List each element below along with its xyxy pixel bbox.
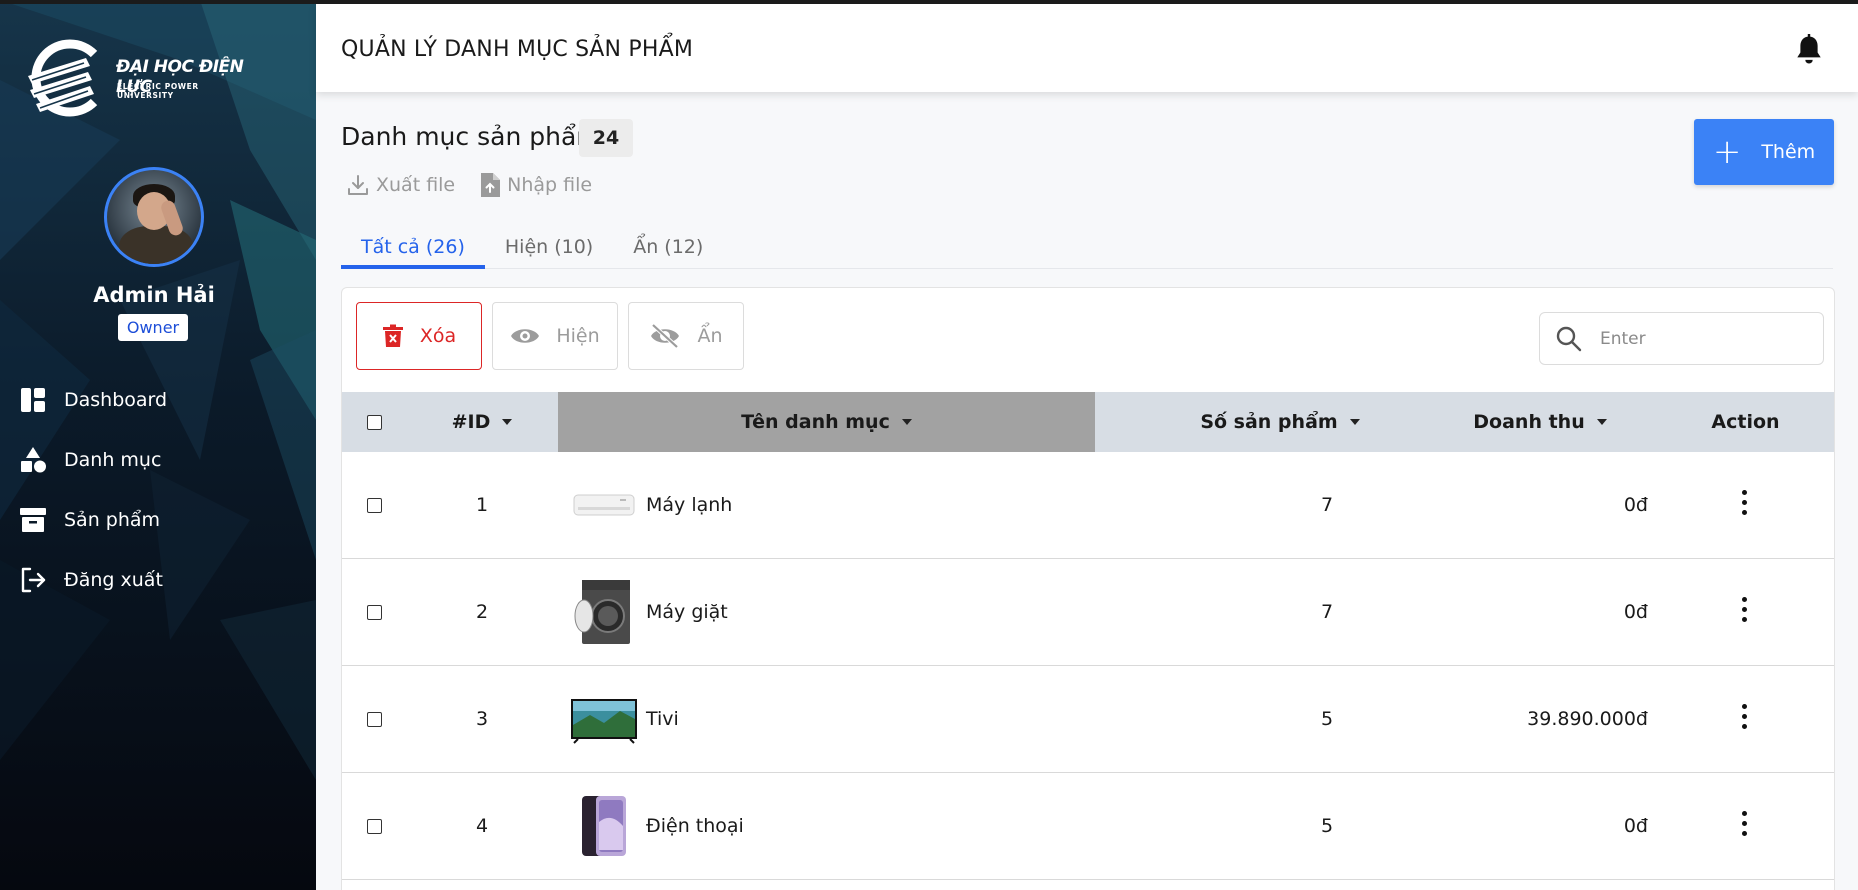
- tab-hidden[interactable]: Ẩn (12): [613, 227, 723, 269]
- add-button-label: Thêm: [1761, 141, 1816, 163]
- hide-button[interactable]: Ẩn: [628, 302, 744, 370]
- washing-machine-thumbnail: [574, 580, 630, 644]
- top-header: QUẢN LÝ DANH MỤC SẢN PHẨM: [316, 4, 1858, 92]
- revenue: 0đ: [1623, 494, 1648, 516]
- column-header-revenue[interactable]: Doanh thu: [1425, 392, 1655, 452]
- import-file-button[interactable]: Nhập file: [479, 172, 592, 198]
- column-header-name[interactable]: Tên danh mục: [558, 392, 1095, 452]
- university-logo[interactable]: ĐẠI HỌC ĐIỆN LỰC ELECTRIC POWER UNIVERSI…: [24, 34, 254, 124]
- row-checkbox[interactable]: [366, 711, 382, 727]
- plus-icon: +: [1712, 132, 1742, 172]
- top-border: [0, 0, 1858, 4]
- eye-icon: [511, 329, 540, 343]
- download-icon: [348, 175, 368, 195]
- sort-caret-icon: [1349, 419, 1360, 425]
- search-icon: [1556, 326, 1582, 351]
- import-file-label: Nhập file: [507, 174, 593, 196]
- select-all-cell: [342, 392, 406, 452]
- table-row[interactable]: 2 Máy giặt 7 0đ: [342, 559, 1834, 666]
- delete-label: Xóa: [419, 325, 457, 347]
- avatar[interactable]: [104, 167, 204, 267]
- show-button[interactable]: Hiện: [492, 302, 618, 370]
- row-id: 2: [475, 601, 489, 623]
- tab-visible[interactable]: Hiện (10): [485, 227, 613, 269]
- select-all-checkbox[interactable]: [366, 414, 382, 430]
- table-row[interactable]: 3 Tivi 5 39.890.000đ: [342, 666, 1834, 773]
- section-title: Danh mục sản phẩm: [341, 122, 601, 151]
- category-table-panel: Xóa Hiện Ẩn #ID Tên danh mục: [341, 287, 1835, 890]
- table-header: #ID Tên danh mục Số sản phẩm Doanh thu A…: [342, 392, 1834, 452]
- column-header-action: Action: [1711, 411, 1780, 433]
- row-checkbox[interactable]: [366, 604, 382, 620]
- revenue: 39.890.000đ: [1527, 708, 1648, 730]
- export-file-button[interactable]: Xuất file: [346, 172, 455, 198]
- shapes-icon: [18, 445, 48, 475]
- archive-box-icon: [18, 505, 48, 535]
- logo-subtitle: ELECTRIC POWER UNIVERSITY: [117, 82, 199, 100]
- table-row[interactable]: 4 Điện thoại 5 0đ: [342, 773, 1834, 880]
- category-name: Máy giặt: [646, 601, 728, 623]
- sort-caret-icon: [1596, 419, 1607, 425]
- bell-icon[interactable]: [1794, 34, 1824, 66]
- logo-mark-icon: [28, 39, 98, 117]
- column-header-products[interactable]: Số sản phẩm: [1095, 392, 1425, 452]
- eye-slash-icon: [651, 323, 680, 349]
- show-label: Hiện: [556, 325, 600, 347]
- role-badge: Owner: [118, 314, 188, 341]
- search-input[interactable]: [1600, 328, 1800, 349]
- count-badge: 24: [579, 119, 633, 157]
- revenue: 0đ: [1623, 815, 1648, 837]
- table-row[interactable]: 1 Máy lạnh 7 0đ: [342, 452, 1834, 559]
- more-vertical-icon[interactable]: [1735, 807, 1755, 847]
- more-vertical-icon[interactable]: [1735, 593, 1755, 633]
- category-name: Tivi: [646, 708, 679, 730]
- sidebar-item-products[interactable]: Sản phẩm: [18, 490, 298, 550]
- row-id: 1: [475, 494, 489, 516]
- row-checkbox[interactable]: [366, 818, 382, 834]
- sidebar-item-label: Đăng xuất: [64, 569, 163, 591]
- trash-icon: [382, 324, 403, 347]
- smartphone-thumbnail: [582, 796, 626, 856]
- add-category-button[interactable]: + Thêm: [1694, 119, 1834, 185]
- page-title: QUẢN LÝ DANH MỤC SẢN PHẨM: [341, 37, 694, 62]
- logout-icon: [18, 565, 48, 595]
- sort-caret-icon: [502, 419, 513, 425]
- television-thumbnail: [571, 699, 637, 744]
- sidebar-item-logout[interactable]: Đăng xuất: [18, 550, 298, 610]
- sidebar-item-categories[interactable]: Danh mục: [18, 430, 298, 490]
- row-id: 4: [475, 815, 489, 837]
- user-name: Admin Hải: [93, 283, 215, 307]
- category-name: Máy lạnh: [646, 494, 733, 516]
- more-vertical-icon[interactable]: [1735, 486, 1755, 526]
- sidebar-nav: Dashboard Danh mục Sản phẩm Đăng xuất: [18, 370, 298, 610]
- bulk-toolbar: Xóa Hiện Ẩn: [356, 302, 744, 370]
- export-file-label: Xuất file: [376, 174, 456, 196]
- file-upload-icon: [481, 173, 501, 197]
- hide-label: Ẩn: [697, 325, 723, 347]
- sidebar-item-dashboard[interactable]: Dashboard: [18, 370, 298, 430]
- sort-caret-icon: [901, 419, 912, 425]
- air-conditioner-thumbnail: [573, 494, 635, 516]
- filter-tabs: Tất cả (26) Hiện (10) Ẩn (12): [341, 227, 1833, 269]
- more-vertical-icon[interactable]: [1735, 700, 1755, 740]
- dashboard-icon: [18, 385, 48, 415]
- sidebar-item-label: Danh mục: [64, 449, 162, 471]
- row-id: 3: [475, 708, 489, 730]
- file-actions: Xuất file Nhập file: [346, 172, 592, 198]
- column-header-id[interactable]: #ID: [406, 392, 558, 452]
- sidebar-item-label: Sản phẩm: [64, 509, 161, 531]
- row-checkbox[interactable]: [366, 497, 382, 513]
- revenue: 0đ: [1623, 601, 1648, 623]
- main-content: Danh mục sản phẩm 24 Xuất file Nhập file…: [316, 92, 1858, 890]
- delete-button[interactable]: Xóa: [356, 302, 482, 370]
- category-name: Điện thoại: [646, 815, 744, 837]
- sidebar-item-label: Dashboard: [64, 389, 168, 411]
- tab-all[interactable]: Tất cả (26): [341, 227, 485, 269]
- sidebar: ĐẠI HỌC ĐIỆN LỰC ELECTRIC POWER UNIVERSI…: [0, 0, 316, 890]
- search-box: [1539, 312, 1824, 365]
